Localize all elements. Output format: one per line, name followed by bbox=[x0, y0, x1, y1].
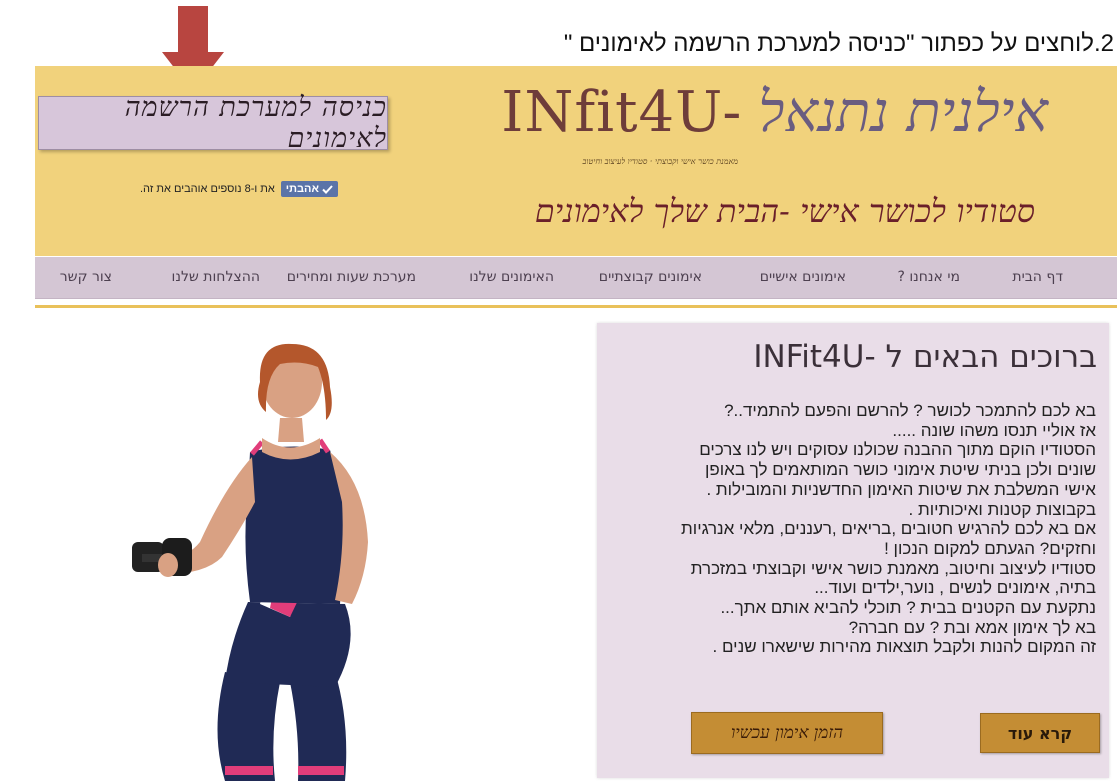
logo-hebrew: אילנית נתנאל bbox=[758, 80, 1048, 145]
logo-latin: INfit4U- bbox=[501, 80, 743, 145]
paragraph-line: שונים ולכן בניתי שיטת אימוני כושר המותאמ… bbox=[704, 460, 1096, 480]
nav-item-contact[interactable]: צור קשר bbox=[60, 257, 112, 298]
site-logo[interactable]: INfit4U- אילנית נתנאל bbox=[478, 80, 1048, 146]
book-training-button[interactable]: הזמן אימון עכשיו bbox=[691, 712, 883, 754]
facebook-like-widget: אהבתי את ו-8 נוספים אוהבים את זה. bbox=[140, 181, 338, 197]
read-more-button[interactable]: קרא עוד bbox=[980, 713, 1100, 753]
welcome-title: ברוכים הבאים ל -INFit4U bbox=[753, 339, 1097, 375]
like-button[interactable]: אהבתי bbox=[280, 181, 338, 197]
nav-divider bbox=[35, 305, 1117, 308]
paragraph-line: בא לך אימון אמא ובת ? עם חברה? bbox=[848, 617, 1096, 637]
studio-tagline: סטודיו לכושר אישי -הבית שלך לאימונים bbox=[534, 192, 1035, 230]
like-button-label: אהבתי bbox=[285, 183, 319, 195]
nav-item-about[interactable]: מי אנחנו ? bbox=[897, 257, 960, 298]
paragraph-line: וחזקים? הגעתם למקום הנכון ! bbox=[884, 538, 1096, 558]
nav-item-success-stories[interactable]: ההצלחות שלנו bbox=[172, 257, 260, 298]
paragraph-line: נתקעת עם הקטנים בבית ? תוכלי להביא אותם … bbox=[720, 598, 1096, 618]
paragraph-line: זה המקום להנות ולקבל תוצאות מהירות שישאר… bbox=[712, 637, 1096, 657]
paragraph-line: בתיה, אימונים לנשים , נוער,ילדים ועוד... bbox=[814, 578, 1096, 598]
training-registration-button[interactable]: כניסה למערכת הרשמה לאימונים bbox=[38, 92, 388, 154]
paragraph-line: סטודיו לעיצוב וחיטוב, מאמנת כושר אישי וק… bbox=[690, 558, 1096, 578]
small-tagline: מאמנת כושר אישי וקבוצתי · סטודיו לעיצוב … bbox=[582, 157, 739, 166]
nav-item-personal-training[interactable]: אימונים אישיים bbox=[760, 257, 846, 298]
nav-item-group-training[interactable]: אימונים קבוצתיים bbox=[599, 257, 702, 298]
like-count-text: את ו-8 נוספים אוהבים את זה. bbox=[140, 183, 275, 195]
nav-item-home[interactable]: דף הבית bbox=[1012, 257, 1063, 298]
welcome-panel: ברוכים הבאים ל -INFit4U בא לכם להתמכר לכ… bbox=[597, 323, 1109, 778]
paragraph-line: אז אוליי תנסו משהו שונה ..... bbox=[892, 420, 1096, 440]
checkmark-icon bbox=[322, 184, 333, 194]
trainer-photo bbox=[132, 343, 368, 781]
paragraph-line: אם בא לכם להרגיש חטובים ,בריאים ,רעננים,… bbox=[681, 519, 1096, 539]
instruction-text: 2.לוחצים על כפתור "כניסה למערכת הרשמה לא… bbox=[563, 30, 1114, 57]
welcome-text: בא לכם להתמכר לכושר ? להרשם והפעם להתמיד… bbox=[596, 401, 1096, 657]
paragraph-line: בקבוצות קטנות ואיכותיות . bbox=[908, 499, 1097, 519]
paragraph-line: בא לכם להתמכר לכושר ? להרשם והפעם להתמיד… bbox=[724, 401, 1096, 420]
paragraph-line: אישי המשלבת את שיטות האימון החדשניות והמ… bbox=[706, 479, 1096, 499]
main-nav: דף הבית מי אנחנו ? אימונים אישיים אימוני… bbox=[35, 257, 1117, 299]
paragraph-line: הסטודיו הוקם מתוך ההבנה שכולנו עסוקים וי… bbox=[699, 440, 1096, 460]
nav-item-schedule-prices[interactable]: מערכת שעות ומחירים bbox=[287, 257, 416, 298]
nav-item-our-trainings[interactable]: האימונים שלנו bbox=[469, 257, 554, 298]
